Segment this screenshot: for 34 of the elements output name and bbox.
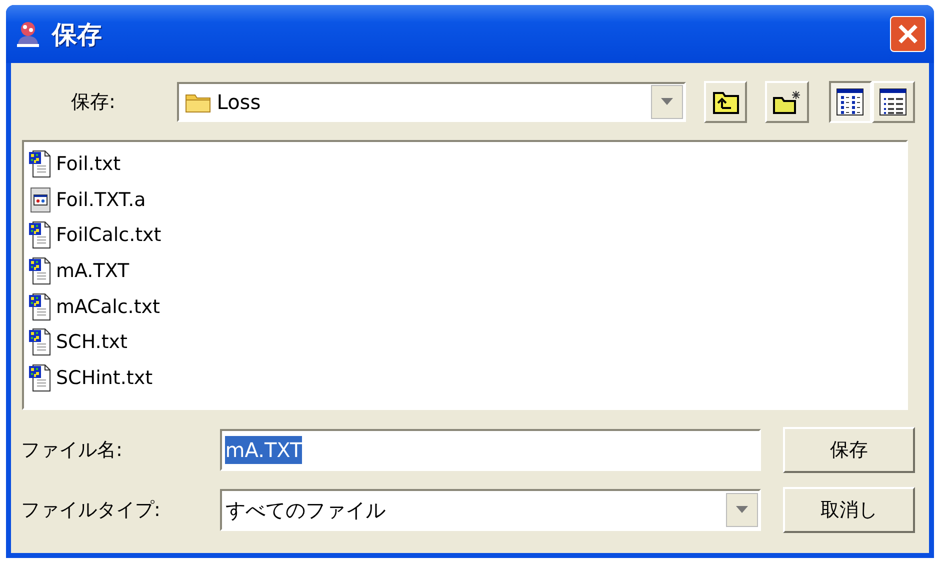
document-icon — [28, 292, 52, 321]
file-item[interactable]: FoilCalc.txt — [56, 224, 162, 246]
document-icon — [28, 364, 52, 392]
file-item[interactable]: Foil.txt — [56, 152, 121, 175]
details-view-icon — [879, 88, 908, 116]
up-folder-button[interactable] — [704, 81, 748, 123]
new-folder-button[interactable] — [765, 81, 809, 123]
window-file-icon — [28, 186, 52, 214]
app-icon — [14, 19, 42, 49]
file-name-field[interactable]: mA.TXT — [220, 429, 762, 471]
document-icon — [28, 256, 52, 285]
file-type-dropdown[interactable]: すべてのファイル — [220, 489, 762, 531]
list-view-icon — [836, 88, 864, 116]
save-in-label: 保存: — [70, 90, 116, 115]
document-icon — [28, 221, 52, 250]
folder-up-arrow-icon — [712, 89, 740, 115]
file-item[interactable]: SCH.txt — [56, 331, 128, 354]
save-button[interactable]: 保存 — [783, 427, 915, 473]
file-item[interactable]: mACalc.txt — [56, 296, 160, 318]
file-name-label: ファイル名: — [21, 438, 124, 463]
window-title: 保存 — [52, 18, 102, 50]
new-folder-icon — [772, 89, 802, 115]
cancel-button[interactable]: 取消し — [783, 487, 915, 533]
close-icon — [897, 23, 919, 45]
list-view-button[interactable] — [828, 81, 872, 123]
file-item[interactable]: mA.TXT — [56, 260, 130, 282]
file-item[interactable]: Foil.TXT.a — [56, 188, 146, 211]
file-item[interactable]: SCHint.txt — [56, 366, 153, 389]
file-type-label: ファイルタイプ: — [21, 498, 162, 523]
close-button[interactable] — [890, 16, 926, 52]
document-icon — [28, 328, 52, 356]
details-view-button[interactable] — [872, 81, 915, 123]
location-dropdown[interactable]: Loss — [176, 82, 686, 122]
document-icon — [28, 150, 52, 178]
